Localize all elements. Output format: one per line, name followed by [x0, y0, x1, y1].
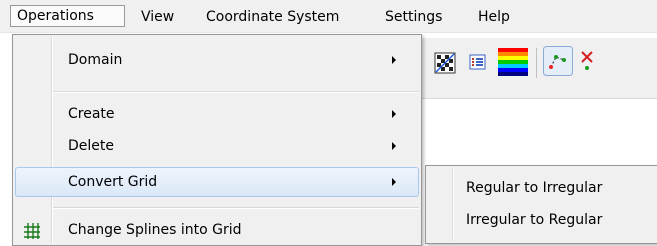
list-icon[interactable]	[468, 52, 488, 72]
menu-item-label: Create	[68, 106, 115, 122]
toolbar	[420, 38, 657, 99]
submenu-arrow-icon	[392, 142, 396, 150]
submenu-arrow-icon	[392, 178, 396, 186]
menu-coordinate-system[interactable]: Coordinate System	[206, 6, 339, 28]
menu-item-label: Delete	[68, 138, 114, 154]
submenu-item-irregular-to-regular[interactable]: Irregular to Regular	[466, 206, 602, 234]
menu-item-label: Convert Grid	[68, 174, 158, 190]
menu-item-label: Change Splines into Grid	[68, 222, 242, 238]
toolbar-separator	[536, 48, 537, 78]
convert-grid-submenu: Regular to Irregular Irregular to Regula…	[425, 165, 657, 244]
menu-item-delete[interactable]: Delete	[15, 131, 419, 161]
operations-dropdown: Domain Create Delete Convert Grid Change…	[12, 34, 422, 246]
menu-item-label: Domain	[68, 52, 123, 68]
icon-gutter-divider	[452, 168, 454, 241]
menu-item-change-splines-into-grid[interactable]: Change Splines into Grid	[15, 215, 419, 245]
submenu-arrow-icon	[392, 56, 396, 64]
menu-item-domain[interactable]: Domain	[15, 45, 419, 75]
menu-item-convert-grid[interactable]: Convert Grid	[15, 167, 419, 197]
menu-item-create[interactable]: Create	[15, 99, 419, 129]
color-ramp-icon[interactable]	[498, 48, 528, 76]
submenu-arrow-icon	[392, 110, 396, 118]
menu-separator	[53, 91, 419, 93]
menu-operations[interactable]: Operations	[10, 5, 125, 27]
menu-bar: Operations View Coordinate System Settin…	[0, 0, 657, 33]
checker-grid-icon[interactable]	[434, 52, 456, 74]
submenu-item-regular-to-irregular[interactable]: Regular to Irregular	[466, 174, 602, 202]
menu-settings[interactable]: Settings	[385, 6, 442, 28]
delete-spline-icon[interactable]	[580, 48, 596, 74]
menu-separator	[53, 207, 419, 209]
menu-view[interactable]: View	[141, 6, 174, 28]
grid-icon	[24, 223, 40, 239]
menu-help[interactable]: Help	[478, 6, 510, 28]
spline-points-icon[interactable]	[543, 46, 573, 76]
